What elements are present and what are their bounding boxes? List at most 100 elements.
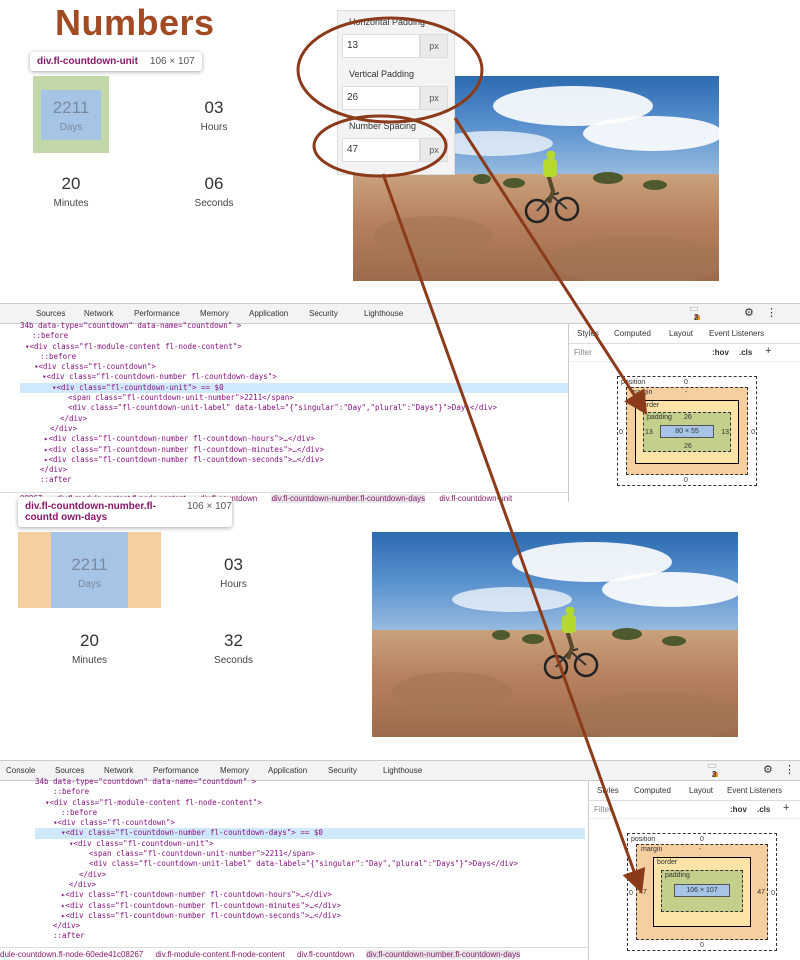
tab-layout[interactable]: Layout [689, 786, 713, 795]
code-line[interactable]: ▾<div class="fl-countdown"> [35, 818, 585, 828]
tab-application[interactable]: Application [249, 309, 288, 318]
breadcrumb-item[interactable]: div.fl-countdown-number.fl-countdown-day… [366, 950, 521, 959]
code-line[interactable]: ▾<div class="fl-countdown"> [20, 362, 568, 372]
horizontal-padding-input[interactable]: 13 [342, 34, 420, 58]
filter-input[interactable]: Filter [574, 348, 592, 357]
hov-toggle[interactable]: :hov [730, 805, 747, 814]
code-line[interactable]: ::before [20, 352, 568, 362]
add-icon[interactable]: + [783, 802, 789, 814]
code-line[interactable]: ::after [20, 475, 568, 485]
breadcrumb-item[interactable]: div.fl-countdown-number.fl-countdown-day… [271, 494, 426, 503]
tab-security[interactable]: Security [309, 309, 338, 318]
bm-position-label: position [631, 836, 656, 843]
code-line[interactable]: ▸<div class="fl-countdown-number fl-coun… [35, 890, 585, 900]
gear-icon[interactable]: ⚙ [744, 306, 754, 319]
tab-computed[interactable]: Computed [614, 329, 651, 338]
code-line[interactable]: ▾<div class="fl-module-content fl-node-c… [20, 342, 568, 352]
tab-security[interactable]: Security [328, 766, 357, 775]
issues-badge[interactable]: ⊗ 2 ▲ 3 [690, 307, 702, 322]
tab-lighthouse[interactable]: Lighthouse [364, 309, 403, 318]
bm-position-label: position [621, 379, 646, 386]
code-line[interactable]: </div> [20, 465, 568, 475]
tab-event-listeners[interactable]: Event Listeners [709, 329, 764, 338]
tab-event-listeners[interactable]: Event Listeners [727, 786, 782, 795]
code-line[interactable]: </div> [35, 921, 585, 931]
code-line[interactable]: ::after [35, 931, 585, 941]
code-line[interactable]: ::before [35, 787, 585, 797]
devtools-panel: Console Sources Network Performance Memo… [0, 760, 800, 960]
code-line-selected[interactable]: ▾<div class="fl-countdown-number fl-coun… [35, 828, 585, 839]
breadcrumb-item[interactable]: dule-countdown.fl-node-60ede41c08267 [0, 950, 143, 959]
code-line[interactable]: ▸<div class="fl-countdown-number fl-coun… [20, 434, 568, 444]
tab-sources[interactable]: Sources [36, 309, 65, 318]
tab-lighthouse[interactable]: Lighthouse [383, 766, 422, 775]
breadcrumb-item[interactable]: div.fl-countdown [297, 950, 354, 959]
bm-margin-right: 47 [757, 889, 765, 896]
breadcrumb-item[interactable]: div.fl-module-content.fl-node-content [155, 950, 284, 959]
gear-icon[interactable]: ⚙ [763, 763, 773, 776]
tab-network[interactable]: Network [84, 309, 113, 318]
tab-performance[interactable]: Performance [153, 766, 199, 775]
code-line[interactable]: ▾<div class="fl-countdown-number fl-coun… [20, 372, 568, 382]
code-line[interactable]: </div> [20, 424, 568, 434]
code-line[interactable]: </div> [35, 870, 585, 880]
countdown-number: 20 [61, 174, 81, 193]
code-line[interactable]: <span class="fl-countdown-unit-number">2… [20, 393, 568, 403]
hov-toggle[interactable]: :hov [712, 348, 729, 357]
tab-computed[interactable]: Computed [634, 786, 671, 795]
code-line[interactable]: ▾<div class="fl-module-content fl-node-c… [35, 798, 585, 808]
breadcrumb-item[interactable]: div.fl-countdown-unit [439, 494, 512, 503]
code-line-selected[interactable]: ▾<div class="fl-countdown-unit"> == $0 [20, 382, 568, 394]
code-line[interactable]: ::before [35, 808, 585, 818]
bm-padding-bottom: 26 [684, 443, 692, 450]
code-line[interactable]: ::before [20, 331, 568, 341]
countdown-number: 03 [204, 98, 224, 117]
cls-toggle[interactable]: .cls [757, 805, 770, 814]
tab-memory[interactable]: Memory [200, 309, 229, 318]
bm-right: 0 [771, 890, 775, 897]
countdown-number: 2211 [71, 555, 108, 574]
tab-application[interactable]: Application [268, 766, 307, 775]
tab-network[interactable]: Network [104, 766, 133, 775]
code-line[interactable]: 34b data-type="countdown" data-name="cou… [35, 777, 585, 787]
add-icon[interactable]: + [765, 345, 771, 357]
issues-badge[interactable]: ⊗ 2 ▲ 3 [708, 764, 720, 779]
countdown-minutes: 20 Minutes [51, 631, 128, 666]
code-line[interactable]: <div class="fl-countdown-unit-label" dat… [20, 403, 568, 413]
tab-styles[interactable]: Styles [577, 329, 599, 338]
code-line[interactable]: </div> [20, 414, 568, 424]
tab-layout[interactable]: Layout [669, 329, 693, 338]
tab-console[interactable]: Console [6, 766, 35, 775]
mountain-bike-photo [372, 532, 738, 737]
countdown-hours: 03 Hours [176, 98, 252, 133]
bm-bottom: 0 [700, 942, 704, 949]
tooltip-dims: 106 × 107 [149, 56, 195, 67]
code-line[interactable]: <div class="fl-countdown-unit-label" dat… [35, 859, 585, 869]
code-line[interactable]: 34b data-type="countdown" data-name="cou… [20, 321, 568, 331]
tab-sources[interactable]: Sources [55, 766, 84, 775]
bm-margin-label: margin [641, 846, 663, 853]
code-line[interactable]: <span class="fl-countdown-unit-number">2… [35, 849, 585, 859]
code-line[interactable]: </div> [35, 880, 585, 890]
code-line[interactable]: ▸<div class="fl-countdown-number fl-coun… [20, 445, 568, 455]
more-icon[interactable]: ⋮ [784, 763, 795, 776]
tab-styles[interactable]: Styles [597, 786, 619, 795]
vertical-padding-input[interactable]: 26 [342, 86, 420, 110]
code-line[interactable]: ▸<div class="fl-countdown-number fl-coun… [35, 911, 585, 921]
countdown-number: 32 [224, 631, 243, 650]
more-icon[interactable]: ⋮ [766, 306, 777, 319]
filter-input[interactable]: Filter [594, 805, 612, 814]
code-line[interactable]: ▾<div class="fl-countdown-unit"> [35, 839, 585, 849]
number-spacing-input[interactable]: 47 [342, 138, 420, 162]
code-line[interactable]: ▸<div class="fl-countdown-number fl-coun… [20, 455, 568, 465]
unit-label[interactable]: px [420, 34, 448, 58]
tab-memory[interactable]: Memory [220, 766, 249, 775]
cyclist-icon [524, 151, 580, 224]
tab-performance[interactable]: Performance [134, 309, 180, 318]
cls-toggle[interactable]: .cls [739, 348, 752, 357]
bm-padding-right: 13 [721, 429, 729, 436]
code-line[interactable]: ▸<div class="fl-countdown-number fl-coun… [35, 901, 585, 911]
unit-label[interactable]: px [420, 138, 448, 162]
breadcrumb: dule-countdown.fl-node-60ede41c08267 div… [0, 947, 588, 959]
unit-label[interactable]: px [420, 86, 448, 110]
